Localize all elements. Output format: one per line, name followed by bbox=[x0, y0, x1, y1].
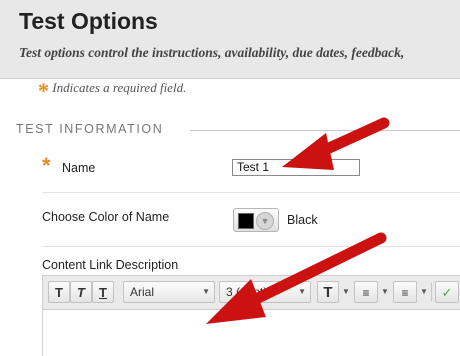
font-family-select[interactable]: Arial ▼ bbox=[123, 281, 215, 303]
spellcheck-icon[interactable]: ✓ bbox=[435, 281, 459, 303]
page-description: Test options control the instructions, a… bbox=[19, 45, 405, 60]
color-name: Black bbox=[287, 213, 318, 227]
numbered-list-icon[interactable]: ≡ bbox=[393, 281, 417, 303]
color-picker-button[interactable]: ▼ bbox=[233, 208, 279, 232]
italic-icon[interactable]: T bbox=[70, 281, 92, 303]
required-field-note: * Indicates a required field. bbox=[38, 80, 187, 102]
color-label: Choose Color of Name bbox=[42, 210, 170, 224]
required-asterisk-icon: * bbox=[38, 78, 49, 103]
name-input[interactable] bbox=[232, 159, 360, 176]
rich-text-editor: T T T Arial ▼ 3 (12pt) ▼ T ▼ ≡ ▼ ≡ ▼ ✓ bbox=[42, 275, 460, 356]
underline-icon[interactable]: T bbox=[92, 281, 114, 303]
page-header: Test Options Test options control the in… bbox=[0, 0, 460, 79]
chevron-down-icon: ▼ bbox=[202, 287, 210, 296]
font-size-select[interactable]: 3 (12pt) ▼ bbox=[219, 281, 311, 303]
color-swatch bbox=[238, 213, 254, 229]
section-title: TEST INFORMATION bbox=[16, 122, 164, 136]
text-color-icon[interactable]: T bbox=[317, 281, 339, 303]
font-family-value: Arial bbox=[130, 285, 155, 299]
text-style-t-icon[interactable]: T bbox=[48, 281, 70, 303]
name-required-asterisk-icon: * bbox=[42, 153, 51, 178]
font-size-value: 3 (12pt) bbox=[226, 285, 268, 299]
toolbar-separator bbox=[431, 283, 432, 301]
name-label: Name bbox=[62, 161, 96, 175]
content-link-label: Content Link Description bbox=[42, 258, 179, 272]
required-note-text: Indicates a required field. bbox=[52, 80, 187, 95]
row-divider bbox=[42, 192, 460, 193]
chevron-down-icon[interactable]: ▼ bbox=[420, 281, 428, 303]
row-divider bbox=[42, 246, 460, 247]
bullet-list-icon[interactable]: ≡ bbox=[354, 281, 378, 303]
chevron-down-icon[interactable]: ▼ bbox=[381, 281, 389, 303]
chevron-down-icon: ▼ bbox=[298, 287, 306, 296]
chevron-down-icon[interactable]: ▼ bbox=[342, 281, 350, 303]
editor-toolbar: T T T Arial ▼ 3 (12pt) ▼ T ▼ ≡ ▼ ≡ ▼ ✓ bbox=[43, 276, 460, 310]
chevron-down-icon: ▼ bbox=[256, 212, 274, 230]
section-divider bbox=[190, 130, 460, 131]
page-title: Test Options bbox=[19, 8, 158, 34]
